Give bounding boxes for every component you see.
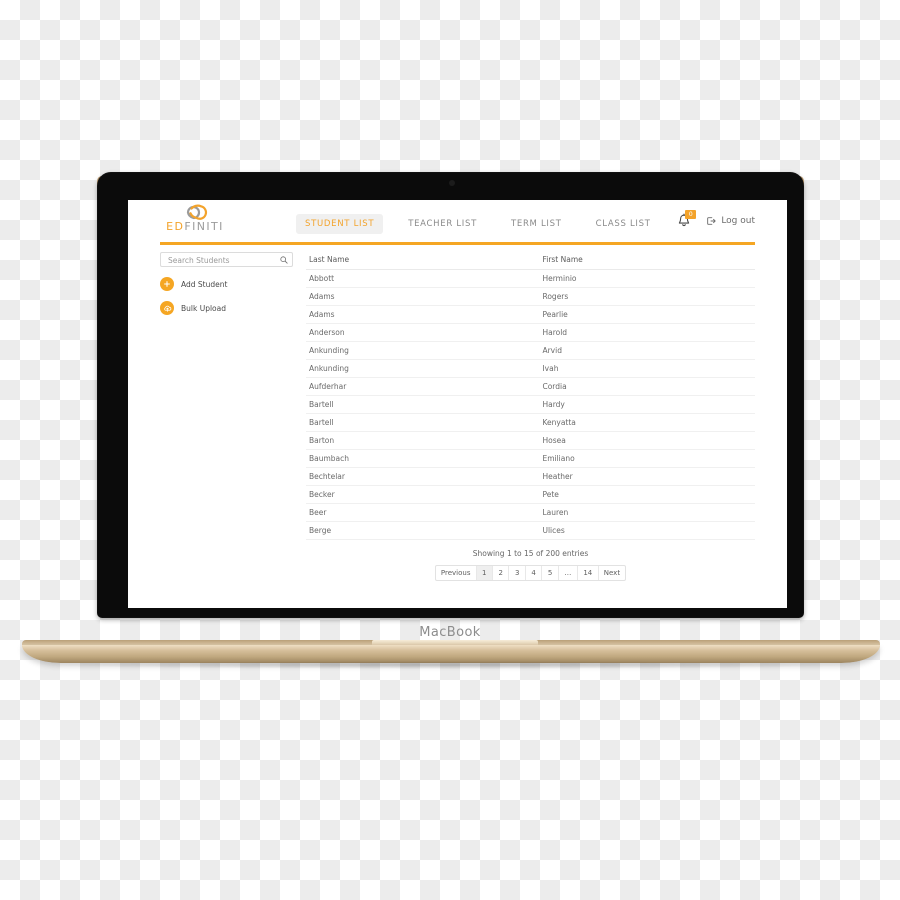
pagination-page-4[interactable]: 4	[526, 566, 543, 580]
cell-last-name: Aufderhar	[306, 377, 540, 396]
pagination-page-2[interactable]: 2	[493, 566, 510, 580]
app-header: EDFINITI STUDENT LIST TEACHER LIST TERM …	[128, 200, 787, 245]
cell-first-name: Ulices	[539, 521, 755, 540]
cell-first-name: Hosea	[539, 431, 755, 450]
laptop-shadow	[60, 661, 840, 669]
bulk-upload-label: Bulk Upload	[181, 303, 226, 313]
table-row[interactable]: Bartell Kenyatta	[306, 413, 755, 432]
pagination-page-1[interactable]: 1	[476, 566, 493, 580]
table-row[interactable]: Anderson Harold	[306, 323, 755, 342]
nav-item-student-list[interactable]: STUDENT LIST	[296, 214, 384, 234]
cell-last-name: Barton	[306, 431, 540, 450]
table-entries-info: Showing 1 to 15 of 200 entries	[472, 549, 589, 558]
nav-item-class-list[interactable]: CLASS LIST	[587, 214, 660, 234]
cell-first-name: Arvid	[539, 341, 755, 360]
infinity-loop-icon	[186, 204, 208, 220]
students-table: Last Name First Name Abbott Herminio Adams…	[306, 252, 755, 540]
cell-first-name: Lauren	[539, 503, 755, 522]
table-row[interactable]: Ankunding Arvid	[306, 341, 755, 360]
table-row[interactable]: Bartell Hardy	[306, 395, 755, 414]
notifications-button[interactable]: 0	[676, 210, 697, 229]
table-header-row: Last Name First Name	[306, 252, 755, 270]
cell-last-name: Beer	[306, 503, 540, 522]
table-head: Last Name First Name	[306, 252, 755, 270]
cell-last-name: Baumbach	[306, 449, 540, 468]
device-label: MacBook	[419, 625, 481, 640]
cell-first-name: Ivah	[539, 359, 755, 378]
pagination-control: Previous 1 2 3 4 5… 14 Next	[434, 565, 627, 581]
nav-item-teacher-list[interactable]: TEACHER LIST	[399, 214, 486, 234]
cell-last-name: Becker	[306, 485, 540, 504]
cell-first-name: Cordia	[539, 377, 755, 396]
cell-first-name: Kenyatta	[539, 413, 755, 432]
pagination-next[interactable]: Next	[599, 566, 625, 580]
logout-label: Log out	[721, 216, 755, 226]
cloud-upload-icon	[160, 301, 174, 315]
plus-icon	[160, 277, 174, 291]
table-row[interactable]: Abbott Herminio	[306, 269, 755, 288]
cell-last-name: Anderson	[306, 323, 540, 342]
table-body: Abbott Herminio Adams Rogers Adams Pearlie And…	[306, 269, 755, 540]
header-actions: 0 Log out	[676, 210, 755, 229]
table-row[interactable]: Bechtelar Heather	[306, 467, 755, 486]
cell-first-name: Herminio	[539, 269, 755, 288]
screen-viewport: EDFINITI STUDENT LIST TEACHER LIST TERM …	[128, 200, 787, 608]
table-row[interactable]: Berge Ulices	[306, 521, 755, 540]
pagination-previous[interactable]: Previous	[436, 566, 477, 580]
app-logo[interactable]: EDFINITI	[160, 204, 230, 233]
nav-item-term-list[interactable]: TERM LIST	[502, 214, 571, 234]
column-header-first-name[interactable]: First Name	[539, 252, 755, 270]
cell-first-name: Pearlie	[539, 305, 755, 324]
cell-first-name: Heather	[539, 467, 755, 486]
table-row[interactable]: Adams Rogers	[306, 287, 755, 306]
table-row[interactable]: Ankunding Ivah	[306, 359, 755, 378]
app-body: Add Student Bulk Upload	[128, 252, 787, 581]
table-row[interactable]: Adams Pearlie	[306, 305, 755, 324]
pagination-page-3[interactable]: 3	[509, 566, 526, 580]
webcam-icon	[449, 180, 455, 186]
cell-last-name: Ankunding	[306, 359, 540, 378]
cell-first-name: Rogers	[539, 287, 755, 306]
pagination-page-14[interactable]: 14	[578, 566, 599, 580]
cell-first-name: Pete	[539, 485, 755, 504]
cell-last-name: Adams	[306, 287, 540, 306]
pagination-page-…[interactable]: …	[559, 566, 578, 580]
header-accent-rule	[160, 242, 755, 245]
logout-button[interactable]: Log out	[706, 216, 755, 226]
pagination: Previous 1 2 3 4 5… 14 Next	[306, 565, 755, 581]
add-student-button[interactable]: Add Student	[160, 277, 306, 291]
logo-word-finiti: FINITI	[184, 220, 224, 233]
cell-first-name: Hardy	[539, 395, 755, 414]
logo-word-ed: ED	[166, 220, 185, 233]
macbook-device: MacBook EDFINITI STUDENT LIST TEACHER LI…	[0, 0, 900, 900]
cell-last-name: Abbott	[306, 269, 540, 288]
table-row[interactable]: Baumbach Emiliano	[306, 449, 755, 468]
cell-first-name: Emiliano	[539, 449, 755, 468]
search-icon	[280, 256, 288, 264]
table-row[interactable]: Becker Pete	[306, 485, 755, 504]
cell-last-name: Bartell	[306, 395, 540, 414]
main-navigation: STUDENT LIST TEACHER LIST TERM LIST CLAS…	[296, 214, 660, 234]
sidebar: Add Student Bulk Upload	[128, 252, 306, 581]
column-header-last-name[interactable]: Last Name	[306, 252, 540, 270]
cell-last-name: Berge	[306, 521, 540, 540]
bulk-upload-button[interactable]: Bulk Upload	[160, 301, 306, 315]
pagination-page-5[interactable]: 5	[542, 566, 559, 580]
cell-last-name: Bartell	[306, 413, 540, 432]
add-student-label: Add Student	[181, 279, 228, 289]
cell-last-name: Bechtelar	[306, 467, 540, 486]
cell-last-name: Ankunding	[306, 341, 540, 360]
cell-last-name: Adams	[306, 305, 540, 324]
content-area: Last Name First Name Abbott Herminio Adams…	[306, 252, 787, 581]
notification-badge: 0	[685, 210, 697, 219]
search-input[interactable]	[166, 253, 278, 268]
logout-icon	[707, 217, 716, 225]
table-row[interactable]: Beer Lauren	[306, 503, 755, 522]
table-row[interactable]: Aufderhar Cordia	[306, 377, 755, 396]
logo-wordmark: EDFINITI	[160, 220, 230, 233]
table-row[interactable]: Barton Hosea	[306, 431, 755, 450]
cell-first-name: Harold	[539, 323, 755, 342]
search-students-box[interactable]	[160, 252, 293, 268]
